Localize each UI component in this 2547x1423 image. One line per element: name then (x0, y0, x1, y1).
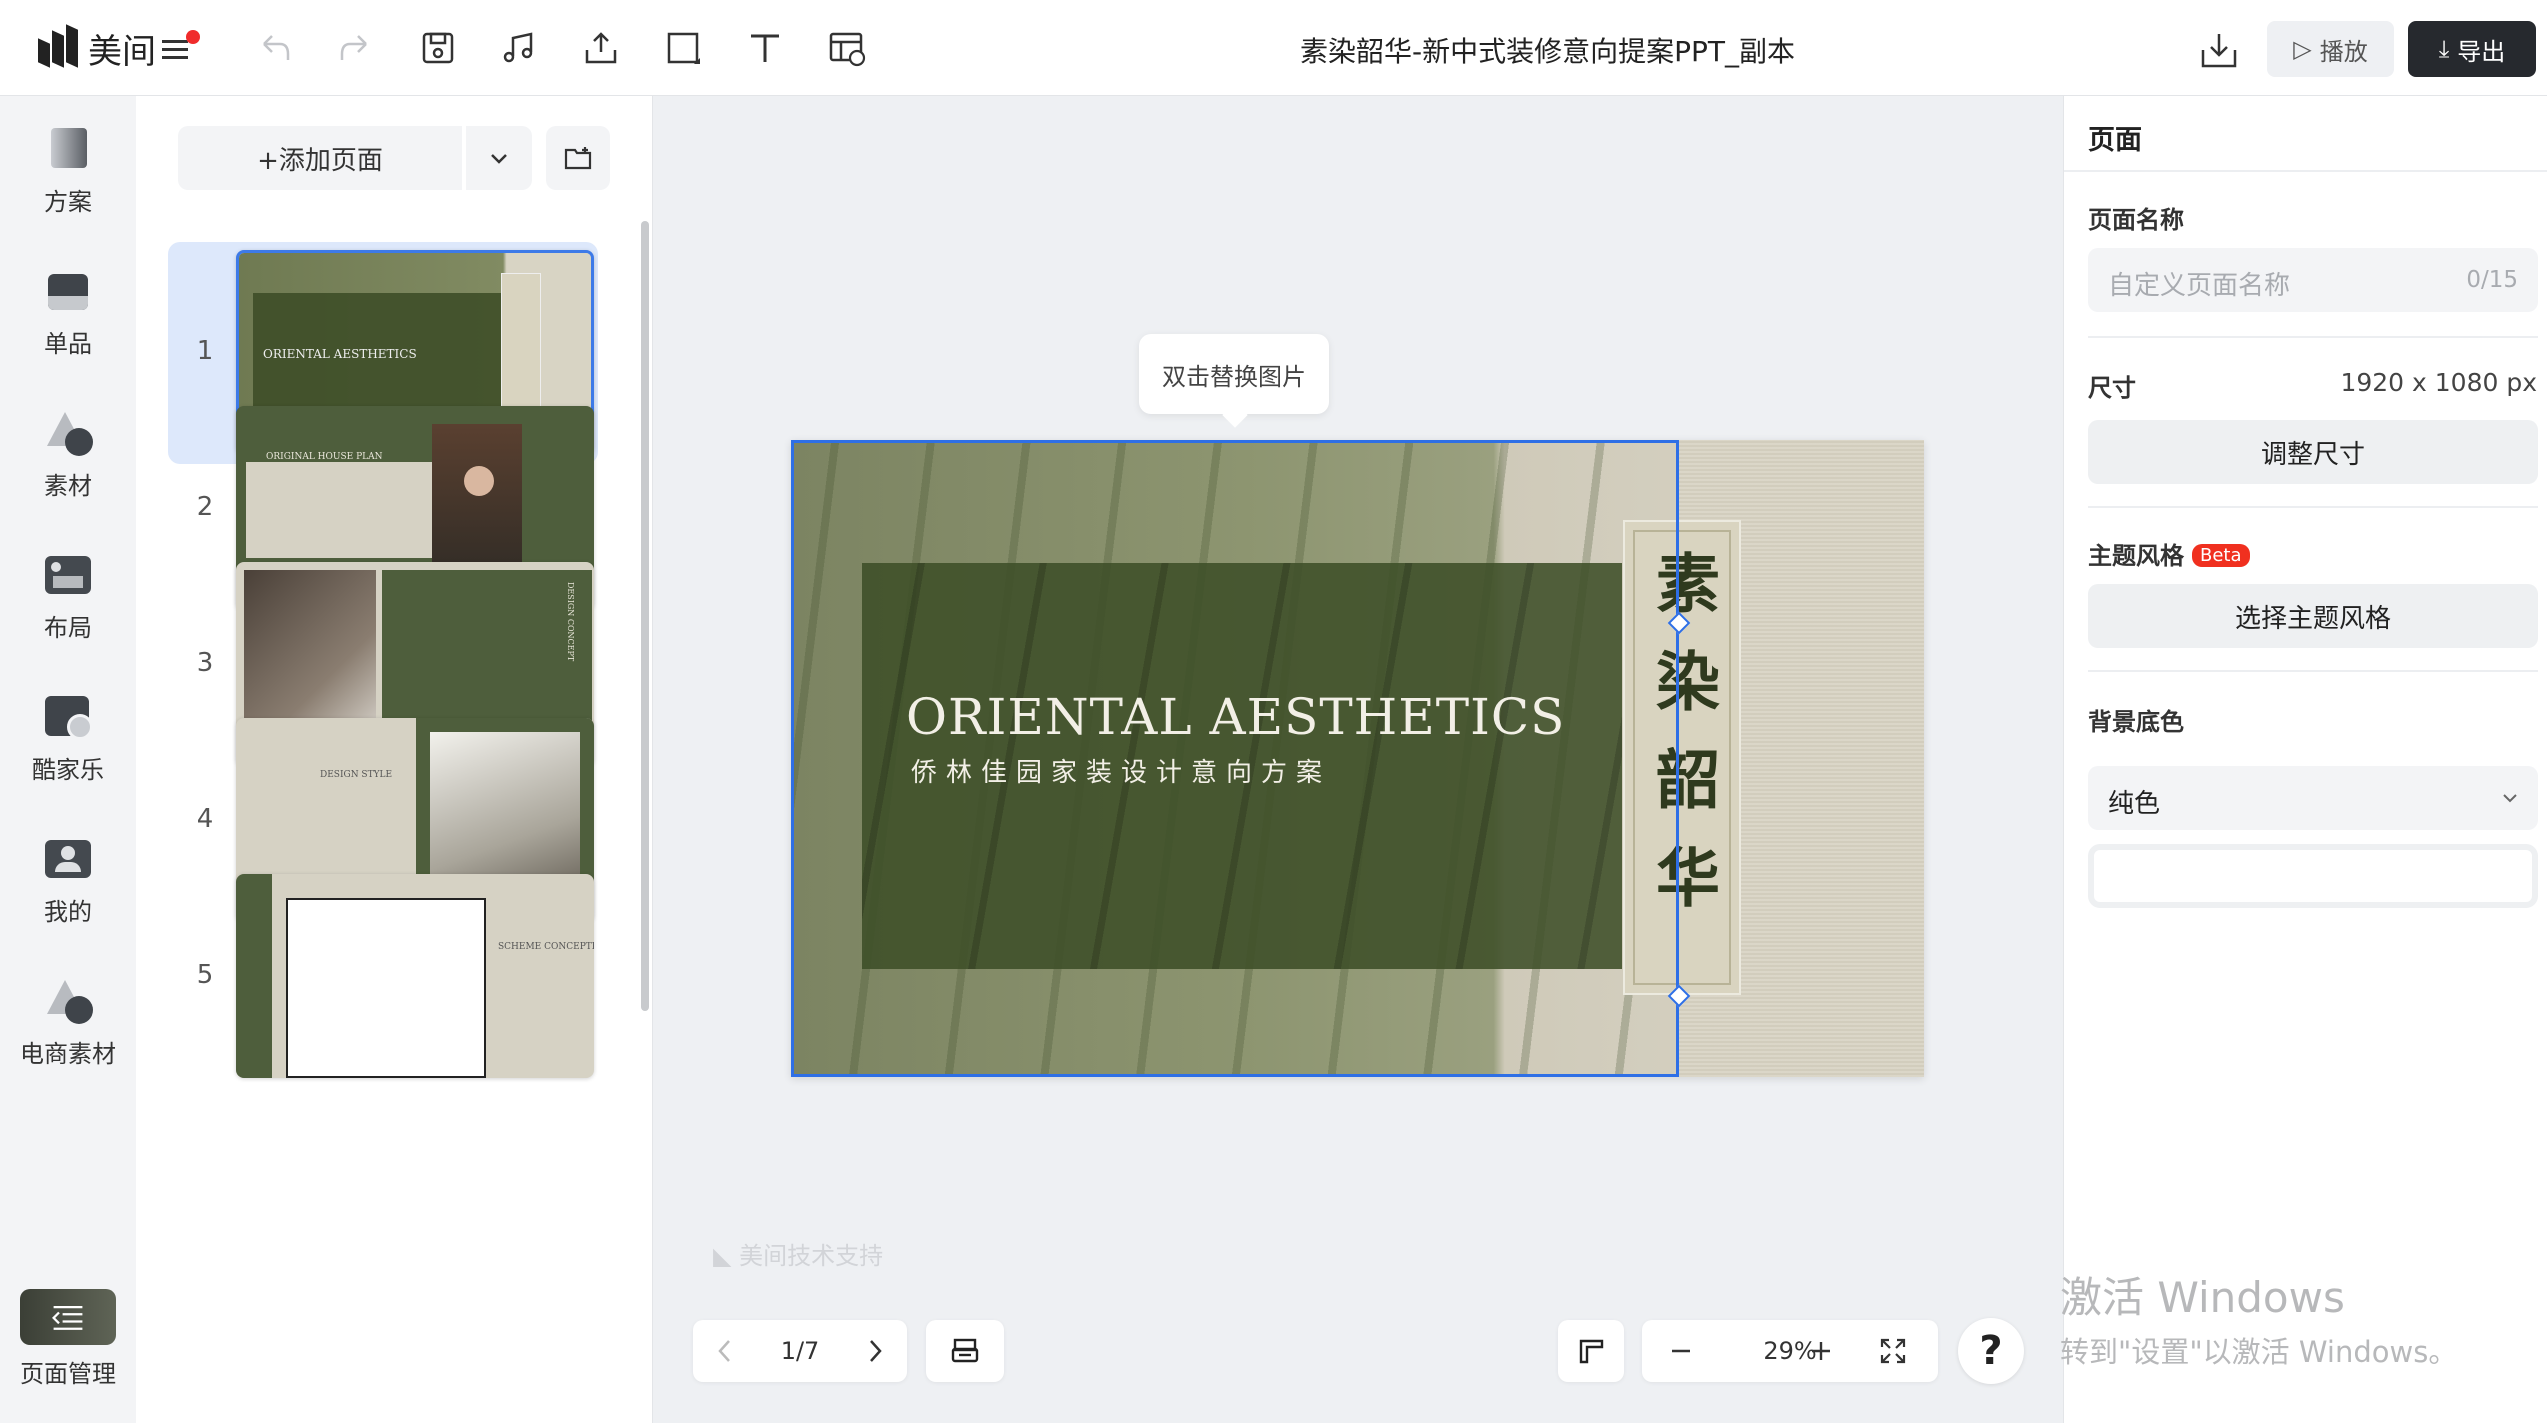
add-page-button[interactable]: +添加页面 (178, 126, 462, 190)
layout-icon (41, 548, 95, 602)
help-button[interactable]: ? (1958, 1318, 2024, 1384)
upload-icon[interactable] (581, 28, 621, 68)
download-icon[interactable] (2197, 28, 2241, 72)
panel-header: 页面 (2088, 125, 2142, 156)
my-icon (41, 832, 95, 886)
page-manager-button[interactable] (20, 1289, 116, 1345)
background-type-value: 纯色 (2108, 789, 2161, 819)
page-name-placeholder: 自定义页面名称 (2108, 271, 2291, 301)
ruler-icon (1579, 1339, 1604, 1364)
properties-panel: 页面 页面名称 自定义页面名称 0/15 尺寸 1920 x 1080 px 调… (2063, 96, 2547, 1423)
web-image-icon[interactable] (827, 28, 867, 68)
ruler-button[interactable] (1558, 1320, 1624, 1382)
canvas-area: 双击替换图片 ORIENTAL AESTHETICS 侨林佳园家装设计意向方案 … (653, 96, 2063, 1423)
redo-icon[interactable] (336, 28, 376, 68)
page-name-label: 页面名称 (2088, 206, 2184, 234)
export-button[interactable]: ⤓ 导出 (2408, 21, 2536, 77)
logo-text: 美间 (88, 32, 156, 72)
undo-icon[interactable] (254, 28, 294, 68)
scheme-icon (41, 122, 95, 176)
page-number: 5 (196, 960, 214, 990)
page-manager-icon (52, 1305, 83, 1330)
play-label: 播放 (2319, 37, 2368, 66)
document-title[interactable]: 素染韶华-新中式装修意向提案PPT_副本 (1300, 30, 1795, 70)
page-thumbnail[interactable]: SCHEME CONCEPTION (236, 874, 594, 1078)
play-button[interactable]: ▷ 播放 (2267, 21, 2394, 77)
rail-item-layout[interactable]: 布局 (0, 548, 136, 643)
app-logo[interactable]: 美间 (36, 23, 200, 73)
beta-badge: Beta (2192, 544, 2250, 567)
page-manager-label: 页面管理 (20, 1360, 116, 1388)
next-page-icon[interactable] (863, 1336, 887, 1370)
text-icon[interactable] (745, 28, 785, 68)
chevron-down-icon (2503, 794, 2517, 803)
fit-screen-icon[interactable] (1878, 1336, 1908, 1370)
chevron-down-icon (491, 154, 507, 164)
export-label: 导出 (2457, 37, 2506, 66)
save-icon[interactable] (418, 28, 458, 68)
watermark: ◣ 美间技术支持 (713, 1242, 884, 1270)
rail-item-my[interactable]: 我的 (0, 832, 136, 927)
windows-activation-watermark: 激活 Windows 转到"设置"以激活 Windows。 (2060, 1273, 2458, 1369)
size-label: 尺寸 (2088, 374, 2136, 402)
rail-item-kujiale[interactable]: 酷家乐 (0, 690, 136, 785)
selection-frame (791, 440, 1679, 1077)
page-name-input[interactable]: 自定义页面名称 0/15 (2088, 248, 2538, 312)
menu-icon[interactable] (162, 29, 200, 60)
play-icon: ▷ (2293, 35, 2312, 63)
shape-icon[interactable] (664, 28, 704, 68)
page-pager: 1/7 (693, 1320, 907, 1382)
pages-scrollbar[interactable] (641, 221, 649, 1011)
top-bar: 美间 素染韶华-新中式装修意向提案PPT_副本 ▷ 播放 ⤓ 导出 (0, 0, 2547, 96)
product-icon (41, 264, 95, 318)
watermark-logo-icon: ◣ (713, 1242, 740, 1270)
add-page-dropdown[interactable] (466, 126, 532, 190)
rail-item-product[interactable]: 单品 (0, 264, 136, 359)
background-type-select[interactable]: 纯色 (2088, 766, 2538, 830)
add-folder-icon (564, 147, 592, 170)
page-name-counter: 0/15 (2466, 267, 2518, 293)
page-number: 4 (196, 804, 214, 834)
zoom-in-icon[interactable] (1808, 1338, 1834, 1368)
zoom-out-icon[interactable] (1668, 1338, 1694, 1368)
theme-label: 主题风格 Beta (2088, 536, 2250, 571)
background-color-label: 背景底色 (2088, 708, 2184, 736)
choose-theme-button[interactable]: 选择主题风格 (2088, 584, 2538, 648)
rail-item-material[interactable]: 素材 (0, 406, 136, 501)
add-folder-button[interactable] (546, 126, 610, 190)
page-number: 1 (196, 336, 214, 366)
music-icon[interactable] (499, 28, 539, 68)
logo-mark-icon (36, 23, 80, 71)
zoom-control: 29% (1642, 1320, 1938, 1382)
background-color-swatch[interactable] (2088, 844, 2538, 908)
material-icon (41, 406, 95, 460)
print-button[interactable] (926, 1320, 1004, 1382)
resize-button[interactable]: 调整尺寸 (2088, 420, 2538, 484)
rail-item-scheme[interactable]: 方案 (0, 122, 136, 217)
export-download-icon: ⤓ (2438, 35, 2450, 63)
page-number: 2 (196, 492, 214, 522)
size-value: 1920 x 1080 px (2340, 368, 2537, 397)
printer-icon (951, 1338, 979, 1363)
replace-image-tooltip: 双击替换图片 (1139, 334, 1329, 414)
ecommerce-icon (41, 974, 95, 1028)
page-number: 3 (196, 648, 214, 678)
notification-dot (186, 29, 200, 44)
left-rail: 方案 单品 素材 布局 酷家乐 我的 电商素材 页面管理 (0, 96, 136, 1423)
pages-panel: +添加页面 1 ORIENTAL AESTHETICS 2 ORIGINAL H… (136, 96, 653, 1423)
page-thumbnail-row[interactable]: 5 SCHEME CONCEPTION (168, 866, 598, 1088)
kujiale-icon (41, 690, 95, 744)
rail-item-ecommerce[interactable]: 电商素材 (0, 974, 136, 1069)
